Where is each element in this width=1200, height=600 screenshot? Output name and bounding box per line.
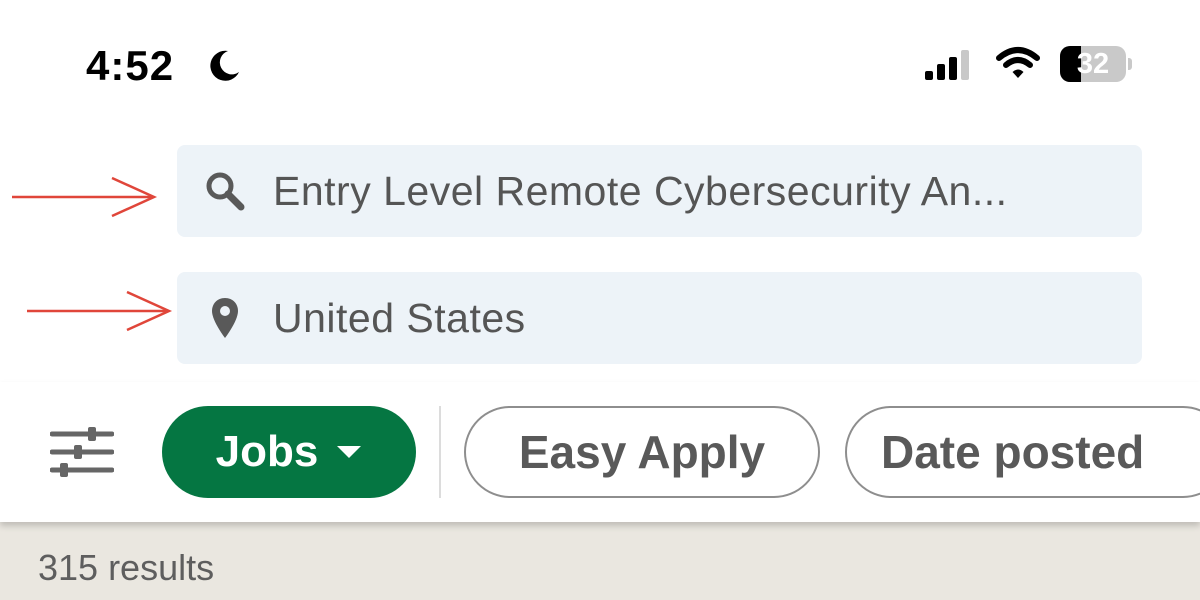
- filter-bar: Jobs Easy Apply Date posted: [0, 382, 1200, 522]
- wifi-icon: [996, 47, 1040, 78]
- date-posted-filter-button[interactable]: Date posted: [845, 406, 1200, 498]
- date-posted-label: Date posted: [881, 426, 1145, 478]
- jobs-filter-label: Jobs: [215, 427, 319, 476]
- moon-icon: [210, 50, 239, 81]
- location-search-field[interactable]: United States: [177, 272, 1142, 364]
- battery-cap: [1128, 58, 1132, 70]
- keyword-search-value[interactable]: Entry Level Remote Cybersecurity An...: [273, 168, 1008, 215]
- easy-apply-label: Easy Apply: [518, 426, 766, 478]
- annotation-arrow-location: [27, 290, 173, 332]
- battery-body: 32: [1060, 46, 1126, 82]
- status-time: 4:52: [86, 42, 175, 89]
- filter-divider: [439, 406, 441, 498]
- caret-down-icon: [337, 446, 362, 458]
- battery-level: 32: [1076, 48, 1110, 80]
- sliders-icon[interactable]: [50, 426, 114, 478]
- cellular-signal-icon: [925, 50, 969, 80]
- results-count: 315 results: [38, 547, 215, 588]
- easy-apply-filter-button[interactable]: Easy Apply: [464, 406, 820, 498]
- battery-indicator: 32: [1060, 46, 1132, 82]
- annotation-arrow-search: [12, 176, 158, 218]
- location-search-value[interactable]: United States: [273, 295, 526, 342]
- location-pin-icon: [177, 296, 273, 340]
- status-bar: 4:52 32: [0, 0, 1200, 120]
- keyword-search-field[interactable]: Entry Level Remote Cybersecurity An...: [177, 145, 1142, 237]
- jobs-filter-dropdown[interactable]: Jobs: [162, 406, 416, 498]
- search-icon: [177, 169, 273, 213]
- results-header: 315 results: [0, 522, 1200, 600]
